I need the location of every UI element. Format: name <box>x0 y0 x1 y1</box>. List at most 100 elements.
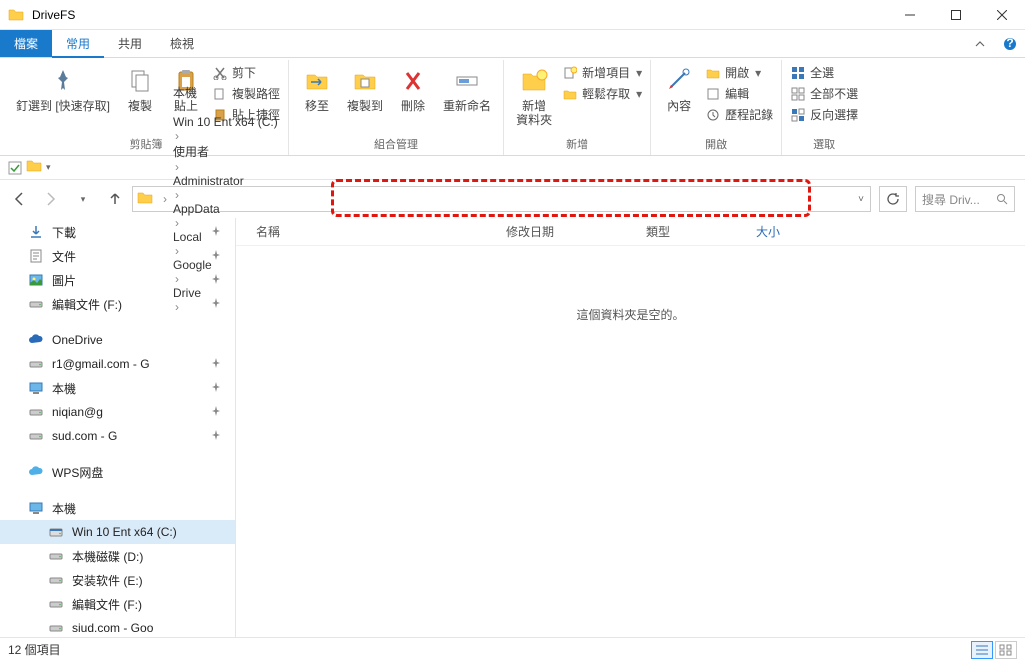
sidebar-item[interactable]: 本機 <box>0 376 235 400</box>
sidebar-item-label: WPS网盘 <box>52 464 103 481</box>
invert-selection-button[interactable]: 反向選擇 <box>788 105 860 124</box>
refresh-button[interactable] <box>879 186 907 212</box>
help-button[interactable]: ? <box>995 30 1025 57</box>
open-button[interactable]: 開啟▾ <box>703 63 775 82</box>
select-all-button[interactable]: 全選 <box>788 63 860 82</box>
column-type[interactable]: 類型 <box>646 223 756 240</box>
sidebar-item-label: si‎‎‎‎‎‎‎‎‎‎‎‎‎ud.com - Goo‎ <box>72 621 153 635</box>
chevron-right-icon[interactable]: › <box>171 160 183 174</box>
properties-button[interactable]: 內容 <box>657 63 701 115</box>
breadcrumb-bar[interactable]: › 本機›Win 10 Ent x64 (C:)›使用者›Administrat… <box>132 186 871 212</box>
sidebar-item[interactable]: OneDrive <box>0 328 235 352</box>
annotation-highlight <box>331 179 811 217</box>
breadcrumb-item[interactable]: Win 10 Ent x64 (C:) <box>171 115 280 129</box>
ribbon-tabs: 檔案 常用 共用 檢視 ? <box>0 30 1025 58</box>
sidebar-item[interactable]: 安装软件 (E:) <box>0 568 235 592</box>
tab-file[interactable]: 檔案 <box>0 30 52 57</box>
pin-icon <box>211 429 221 443</box>
pin-quick-access-button[interactable]: 釘選到 [快速存取] <box>10 63 116 115</box>
recent-dropdown[interactable]: ▾ <box>74 190 92 208</box>
main-area: 下載文件圖片編輯文件 (F:) OneDrive r‎‎‎‎‎‎‎‎‎1@gmail… <box>0 218 1025 637</box>
sidebar-item-label: OneDrive <box>52 333 103 347</box>
sidebar-item[interactable]: 編輯文件 (F:) <box>0 592 235 616</box>
sidebar-item[interactable]: 編輯文件 (F:) <box>0 292 235 316</box>
minimize-button[interactable] <box>887 0 933 30</box>
chevron-right-icon[interactable]: › <box>171 129 183 143</box>
column-name[interactable]: 名稱 <box>256 223 506 240</box>
select-none-button[interactable]: 全部不選 <box>788 84 860 103</box>
sidebar-item-label: ni‎‎‎‎‎‎‎‎‎‎‎‎‎‎‎qian@g‎ <box>52 405 103 419</box>
tab-view[interactable]: 檢視 <box>156 30 208 57</box>
folder-icon <box>137 190 155 208</box>
easy-access-button[interactable]: 輕鬆存取▾ <box>560 84 644 103</box>
rename-button[interactable]: 重新命名 <box>437 63 497 115</box>
drive-icon <box>28 428 44 444</box>
icons-view-button[interactable] <box>995 641 1017 659</box>
ribbon-collapse-button[interactable] <box>965 30 995 57</box>
sidebar-item-label: 文件 <box>52 248 76 265</box>
sidebar-item-label: 本機 <box>52 500 76 517</box>
sidebar-item-label: 本機 <box>52 380 76 397</box>
sidebar-item[interactable]: ni‎‎‎‎‎‎‎‎‎‎‎‎‎‎‎qian@g‎ <box>0 400 235 424</box>
new-folder-button[interactable]: 新增 資料夾 <box>510 63 558 130</box>
copy-button[interactable]: 複製 <box>118 63 162 115</box>
sidebar-item[interactable]: 文件 <box>0 244 235 268</box>
sidebar-item[interactable]: s‎‎‎‎‎‎‎‎‎‎‎‎‎ud.com - G <box>0 424 235 448</box>
status-bar: 12 個項目 <box>0 637 1025 661</box>
window-title: DriveFS <box>32 8 887 22</box>
chevron-right-icon[interactable]: › <box>159 192 171 206</box>
column-date[interactable]: 修改日期 <box>506 223 646 240</box>
close-button[interactable] <box>979 0 1025 30</box>
delete-button[interactable]: 刪除 <box>391 63 435 115</box>
drive-icon <box>48 596 64 612</box>
breadcrumb-item[interactable]: 本機 <box>171 84 280 101</box>
search-input[interactable]: 搜尋 Driv... <box>915 186 1015 212</box>
up-button[interactable] <box>106 190 124 208</box>
breadcrumb-item[interactable]: Administrator <box>171 174 280 188</box>
chevron-down-icon[interactable]: ˅ <box>858 194 864 205</box>
breadcrumb-item[interactable]: 使用者 <box>171 143 280 160</box>
drive-icon <box>48 572 64 588</box>
maximize-button[interactable] <box>933 0 979 30</box>
address-bar: ▾ › 本機›Win 10 Ent x64 (C:)›使用者›Administr… <box>0 180 1025 218</box>
sidebar-item[interactable]: r‎‎‎‎‎‎‎‎‎1@gmail.com - G <box>0 352 235 376</box>
column-headers: 名稱 修改日期 類型 大小 <box>236 218 1025 246</box>
drive-icon <box>48 620 64 636</box>
new-item-button[interactable]: 新增項目▾ <box>560 63 644 82</box>
move-to-button[interactable]: 移至 <box>295 63 339 115</box>
sidebar-item[interactable]: 下載 <box>0 220 235 244</box>
copy-to-button[interactable]: 複製到 <box>341 63 389 115</box>
details-view-button[interactable] <box>971 641 993 659</box>
sidebar-item[interactable]: 本機 <box>0 496 235 520</box>
chevron-down-icon[interactable]: ▾ <box>44 162 53 173</box>
sidebar-item[interactable]: Win 10 Ent x64 (C:) <box>0 520 235 544</box>
sidebar-item[interactable]: 本機磁碟 (D:) <box>0 544 235 568</box>
tab-share[interactable]: 共用 <box>104 30 156 57</box>
sidebar-item-label: 圖片 <box>52 272 76 289</box>
quick-access-row: ▾ <box>0 156 1025 180</box>
sidebar-item[interactable]: WPS网盘 <box>0 460 235 484</box>
group-label: 剪貼簿 <box>130 136 163 155</box>
breadcrumb-item[interactable]: AppData <box>171 202 280 216</box>
sidebar-item[interactable]: si‎‎‎‎‎‎‎‎‎‎‎‎‎ud.com - Goo‎ <box>0 616 235 637</box>
history-button[interactable]: 歷程記錄 <box>703 105 775 124</box>
back-button[interactable] <box>10 190 28 208</box>
sidebar-item[interactable]: 圖片 <box>0 268 235 292</box>
checkbox-icon[interactable] <box>6 159 24 177</box>
tab-home[interactable]: 常用 <box>52 30 104 58</box>
sidebar-item-label: Win 10 Ent x64 (C:) <box>72 525 177 539</box>
sidebar-item-label: 本機磁碟 (D:) <box>72 548 143 565</box>
chevron-right-icon[interactable]: › <box>171 188 183 202</box>
pin-icon <box>211 405 221 419</box>
wps-icon <box>28 464 44 480</box>
sidebar-item-label: s‎‎‎‎‎‎‎‎‎‎‎‎‎ud.com - G <box>52 429 117 443</box>
navigation-sidebar: 下載文件圖片編輯文件 (F:) OneDrive r‎‎‎‎‎‎‎‎‎1@gmail… <box>0 218 236 637</box>
chevron-right-icon[interactable]: › <box>171 101 183 115</box>
ribbon-group-select: 全選 全部不選 反向選擇 選取 <box>782 60 866 155</box>
pin-icon <box>211 297 221 311</box>
forward-button[interactable] <box>42 190 60 208</box>
edit-button[interactable]: 編輯 <box>703 84 775 103</box>
pin-icon <box>211 357 221 371</box>
column-size[interactable]: 大小 <box>756 223 836 240</box>
cut-button[interactable]: 剪下 <box>210 63 282 82</box>
